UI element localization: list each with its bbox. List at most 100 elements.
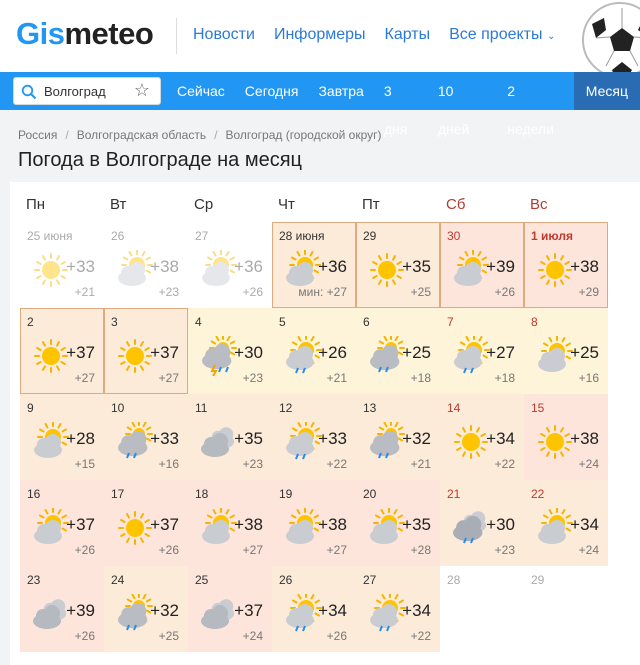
breadcrumb-district[interactable]: Волгоград (городской округ) bbox=[225, 128, 381, 142]
sun-cloud-icon bbox=[199, 507, 239, 548]
favorite-star-icon[interactable]: ☆ bbox=[134, 80, 150, 101]
day-number: 7 bbox=[447, 315, 454, 329]
max-temperature: +25 bbox=[402, 343, 431, 362]
day-cell[interactable]: 19 +38 +27 bbox=[272, 480, 356, 566]
max-temperature: +33 bbox=[318, 429, 347, 448]
day-cell[interactable]: 5 +26 +21 bbox=[272, 308, 356, 394]
max-temperature: +34 bbox=[402, 601, 431, 620]
day-cell[interactable]: 27 +34 +22 bbox=[356, 566, 440, 652]
min-temperature: +23 bbox=[242, 371, 263, 385]
day-cell[interactable]: 1 июля +38 +29 bbox=[524, 222, 608, 308]
day-cell[interactable]: 23 +39 +26 bbox=[20, 566, 104, 652]
max-temperature: +25 bbox=[570, 343, 599, 362]
breadcrumb-separator: / bbox=[214, 128, 218, 142]
day-cell[interactable]: 12 +33 +22 bbox=[272, 394, 356, 480]
day-cell[interactable]: 26 +34 +26 bbox=[272, 566, 356, 652]
sun-rain-icon bbox=[283, 420, 323, 462]
nav-informers[interactable]: Информеры bbox=[274, 26, 366, 44]
min-temperature: +28 bbox=[410, 543, 431, 557]
sun-icon bbox=[451, 422, 491, 462]
day-number: 19 bbox=[279, 487, 293, 501]
day-number: 17 bbox=[111, 487, 125, 501]
max-temperature: +28 bbox=[66, 429, 95, 448]
max-temperature: +37 bbox=[150, 515, 179, 534]
day-cell[interactable]: 27 +36 +26 bbox=[188, 222, 272, 308]
day-cell[interactable]: 26 +38 +23 bbox=[104, 222, 188, 308]
min-temperature: +26 bbox=[494, 285, 515, 299]
day-number: 4 bbox=[195, 315, 202, 329]
city-navbar: Волгоград ☆ Сейчас Сегодня Завтра 3 дня … bbox=[0, 72, 640, 137]
day-cell[interactable]: 28 июня +36 мин: +27 bbox=[272, 222, 356, 308]
top-nav: Новости Информеры Карты Все проекты ⌄ bbox=[193, 26, 555, 44]
day-cell[interactable]: 22 +34 +24 bbox=[524, 480, 608, 566]
weekday-header: Ср bbox=[194, 196, 214, 213]
day-cell[interactable]: 25 июня +33 +21 bbox=[20, 222, 104, 308]
max-temperature: +30 bbox=[486, 515, 515, 534]
chevron-down-icon: ⌄ bbox=[546, 31, 556, 42]
min-temperature: +16 bbox=[578, 371, 599, 385]
day-number: 13 bbox=[363, 401, 377, 415]
day-cell[interactable]: 18 +38 +27 bbox=[188, 480, 272, 566]
day-cell[interactable]: 30 +39 +26 bbox=[440, 222, 524, 308]
day-number: 28 июня bbox=[279, 229, 325, 243]
day-cell[interactable]: 11 +35 +23 bbox=[188, 394, 272, 480]
tab-now[interactable]: Сейчас bbox=[167, 72, 235, 110]
sun-rain-icon bbox=[283, 334, 323, 376]
site-header: Gismeteo Новости Информеры Карты Все про… bbox=[0, 0, 640, 78]
nav-news[interactable]: Новости bbox=[193, 26, 255, 44]
sun-rain-icon bbox=[283, 592, 323, 634]
sun-cloud-icon bbox=[115, 249, 155, 290]
soccer-ball-icon bbox=[582, 2, 640, 78]
day-cell[interactable]: 10 +33 +16 bbox=[104, 394, 188, 480]
min-temperature: +26 bbox=[242, 285, 263, 299]
max-temperature: +38 bbox=[318, 515, 347, 534]
day-cell[interactable]: 9 +28 +15 bbox=[20, 394, 104, 480]
day-cell[interactable]: 25 +37 +24 bbox=[188, 566, 272, 652]
day-cell[interactable]: 20 +35 +28 bbox=[356, 480, 440, 566]
day-cell[interactable]: 17 +37 +26 bbox=[104, 480, 188, 566]
day-cell[interactable]: 8 +25 +16 bbox=[524, 308, 608, 394]
day-cell[interactable]: 3 +37 +27 bbox=[104, 308, 188, 394]
tab-tomorrow[interactable]: Завтра bbox=[308, 72, 373, 110]
day-cell[interactable]: 16 +37 +26 bbox=[20, 480, 104, 566]
sun-icon bbox=[31, 250, 71, 290]
tab-10-days[interactable]: 10 дней bbox=[428, 72, 497, 137]
sun-cloud-icon bbox=[535, 507, 575, 548]
day-number: 18 bbox=[195, 487, 209, 501]
city-search-field[interactable]: Волгоград ☆ bbox=[13, 77, 161, 105]
max-temperature: +39 bbox=[486, 257, 515, 276]
tab-3-days[interactable]: 3 дня bbox=[374, 72, 428, 137]
max-temperature: +38 bbox=[570, 257, 599, 276]
day-cell[interactable]: 7 +27 +18 bbox=[440, 308, 524, 394]
breadcrumb-country[interactable]: Россия bbox=[18, 128, 57, 142]
day-cell[interactable]: 14 +34 +22 bbox=[440, 394, 524, 480]
day-cell[interactable]: 4 +30 +23 bbox=[188, 308, 272, 394]
tab-2-weeks[interactable]: 2 недели bbox=[497, 72, 574, 137]
header-divider bbox=[176, 18, 177, 54]
city-search-value[interactable]: Волгоград bbox=[44, 84, 106, 99]
day-cell[interactable]: 21 +30 +23 bbox=[440, 480, 524, 566]
weekday-header: Вс bbox=[530, 196, 548, 213]
min-temperature: +22 bbox=[326, 457, 347, 471]
nav-all-projects[interactable]: Все проекты ⌄ bbox=[449, 26, 555, 44]
weekday-header: Сб bbox=[446, 196, 466, 213]
sun-icon bbox=[31, 336, 71, 376]
max-temperature: +38 bbox=[150, 257, 179, 276]
day-cell[interactable]: 24 +32 +25 bbox=[104, 566, 188, 652]
min-temperature: +27 bbox=[74, 371, 95, 385]
nav-maps[interactable]: Карты bbox=[385, 26, 431, 44]
tab-today[interactable]: Сегодня bbox=[235, 72, 309, 110]
day-cell[interactable]: 29 +35 +25 bbox=[356, 222, 440, 308]
day-cell[interactable]: 15 +38 +24 bbox=[524, 394, 608, 480]
day-cell[interactable]: 2 +37 +27 bbox=[20, 308, 104, 394]
sun-cloud-icon bbox=[283, 507, 323, 548]
day-cell[interactable]: 6 +25 +18 bbox=[356, 308, 440, 394]
gismeteo-logo[interactable]: Gismeteo bbox=[16, 16, 154, 52]
day-number: 27 bbox=[195, 229, 209, 243]
tab-month[interactable]: Месяц bbox=[573, 72, 640, 110]
breadcrumb-region[interactable]: Волгоградская область bbox=[77, 128, 206, 142]
min-temperature: +15 bbox=[74, 457, 95, 471]
min-temperature: +26 bbox=[74, 629, 95, 643]
day-cell[interactable]: 13 +32 +21 bbox=[356, 394, 440, 480]
search-icon bbox=[21, 84, 37, 100]
